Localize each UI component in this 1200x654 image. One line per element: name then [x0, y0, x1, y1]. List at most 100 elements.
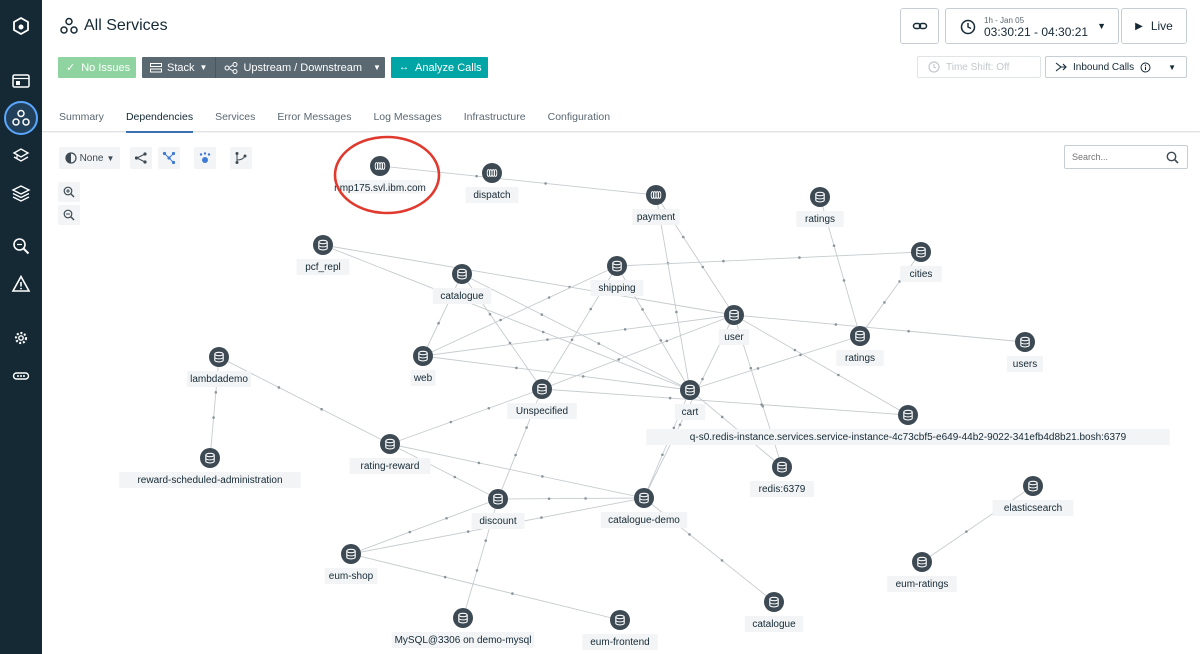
node-circle[interactable] [209, 347, 229, 367]
service-node-unspecified[interactable]: Unspecified [507, 379, 577, 419]
stack-dropdown[interactable]: Stack ▼ [142, 57, 215, 78]
service-node-reward_admin[interactable]: reward-scheduled-administration [119, 448, 301, 488]
service-node-mysql[interactable]: MySQL@3306 on demo-mysql [391, 608, 535, 648]
node-circle[interactable] [453, 608, 473, 628]
layout-cluster-button[interactable] [194, 147, 216, 169]
service-node-nmp[interactable]: nmp175.svl.ibm.com [333, 135, 441, 215]
node-circle[interactable] [532, 379, 552, 399]
more-icon[interactable] [4, 359, 38, 393]
node-circle[interactable] [850, 326, 870, 346]
search-icon[interactable] [1166, 151, 1179, 169]
service-node-cities[interactable]: cities [900, 242, 942, 282]
service-node-ratings_mid[interactable]: ratings [836, 326, 884, 366]
upstream-downstream-dropdown[interactable]: Upstream / Downstream ▼ [215, 57, 389, 78]
no-issues-button[interactable]: ✓ No Issues [58, 57, 136, 78]
node-circle[interactable] [724, 305, 744, 325]
group-by-select[interactable]: None ▼ [59, 147, 120, 169]
edge-ratings_mid-cart[interactable] [689, 335, 861, 391]
node-circle[interactable] [634, 488, 654, 508]
service-node-catalogue2[interactable]: catalogue [744, 592, 804, 632]
node-circle[interactable] [380, 434, 400, 454]
node-circle[interactable] [680, 380, 700, 400]
service-node-discount[interactable]: discount [471, 489, 525, 529]
edge-eum_shop-eum_frontend[interactable] [350, 553, 621, 621]
service-node-elasticsearch[interactable]: elasticsearch [992, 476, 1074, 516]
instana-logo-icon[interactable] [4, 9, 38, 43]
node-circle[interactable] [341, 544, 361, 564]
edge-unspecified-redis_instance[interactable] [541, 388, 909, 416]
inbound-calls-dropdown[interactable]: Inbound Calls ▼ [1045, 56, 1187, 78]
service-node-eum_ratings[interactable]: eum-ratings [887, 552, 957, 592]
edge-user-unspecified[interactable] [541, 314, 735, 390]
service-node-eum_shop[interactable]: eum-shop [324, 544, 378, 584]
service-node-shipping[interactable]: shipping [590, 256, 644, 296]
copy-link-button[interactable] [900, 8, 939, 44]
service-node-ratings_top[interactable]: ratings [796, 187, 844, 227]
time-shift-dropdown[interactable]: Time Shift: Off [917, 56, 1041, 78]
node-circle[interactable] [912, 552, 932, 572]
service-node-dispatch[interactable]: dispatch [465, 163, 519, 203]
node-circle[interactable] [898, 405, 918, 425]
node-circle[interactable] [313, 235, 333, 255]
tab-dependencies[interactable]: Dependencies [125, 111, 194, 133]
edge-cart-redis6379[interactable] [689, 389, 783, 468]
node-circle[interactable] [810, 187, 830, 207]
node-circle[interactable] [911, 242, 931, 262]
edge-user-web[interactable] [422, 314, 735, 357]
analytics-search-icon[interactable] [4, 229, 38, 263]
infrastructure-icon[interactable] [4, 176, 38, 210]
node-circle[interactable] [488, 489, 508, 509]
service-node-catalogue_demo[interactable]: catalogue-demo [600, 488, 688, 528]
node-circle[interactable] [452, 264, 472, 284]
dependency-graph[interactable]: nmp175.svl.ibm.com dispatch payment ratings… [42, 133, 1200, 654]
node-circle[interactable] [200, 448, 220, 468]
node-circle[interactable] [607, 256, 627, 276]
tab-services[interactable]: Services [215, 111, 255, 132]
service-node-pcf_repl[interactable]: pcf_repl [296, 235, 350, 275]
live-button[interactable]: ▶ Live [1121, 8, 1187, 44]
node-circle[interactable] [764, 592, 784, 612]
node-circle[interactable] [413, 346, 433, 366]
zoom-in-button[interactable] [58, 182, 80, 202]
services-icon[interactable] [4, 101, 38, 135]
service-node-lambdademo[interactable]: lambdademo [187, 347, 251, 387]
layout-force-button[interactable] [158, 147, 180, 169]
platforms-icon[interactable] [4, 139, 38, 173]
edge-discount-catalogue_demo[interactable] [497, 497, 645, 500]
edge-cities-ratings_mid[interactable] [859, 251, 922, 337]
node-circle[interactable] [610, 610, 630, 630]
edge-shipping-web[interactable] [422, 265, 618, 357]
service-node-web[interactable]: web [410, 346, 436, 386]
time-range-picker[interactable]: 1h - Jan 05 03:30:21 - 04:30:21 ▼ [945, 8, 1119, 44]
edge-user-users[interactable] [733, 314, 1026, 343]
tab-configuration[interactable]: Configuration [548, 111, 610, 132]
service-node-user[interactable]: user [718, 305, 750, 345]
service-node-users[interactable]: users [1007, 332, 1043, 372]
edge-shipping-cities[interactable] [616, 251, 922, 267]
service-node-rating_reward[interactable]: rating-reward [349, 434, 431, 474]
tab-summary[interactable]: Summary [59, 111, 104, 132]
websites-icon[interactable] [4, 64, 38, 98]
node-circle[interactable] [1015, 332, 1035, 352]
edge-catalogue1-web[interactable] [422, 273, 463, 357]
layout-hierarchy-button[interactable] [130, 147, 152, 169]
settings-gear-icon[interactable] [4, 321, 38, 355]
info-icon[interactable] [1140, 62, 1151, 73]
node-circle[interactable] [1023, 476, 1043, 496]
tab-error-messages[interactable]: Error Messages [277, 111, 351, 132]
service-node-redis_instance[interactable]: q-s0.redis-instance.services.service-ins… [646, 405, 1170, 445]
edge-web-cart[interactable] [422, 355, 691, 391]
search-input[interactable] [1065, 146, 1161, 168]
service-node-redis6379[interactable]: redis:6379 [750, 457, 814, 497]
dependency-graph-canvas[interactable]: nmp175.svl.ibm.com dispatch payment ratings… [42, 133, 1200, 654]
tab-infrastructure[interactable]: Infrastructure [464, 111, 526, 132]
edge-lambdademo-rating_reward[interactable] [218, 356, 391, 445]
analyze-calls-button[interactable]: ↔ Analyze Calls [391, 57, 488, 78]
service-node-eum_frontend[interactable]: eum-frontend [582, 610, 658, 650]
events-warning-icon[interactable] [4, 267, 38, 301]
edge-elasticsearch-eum_ratings[interactable] [921, 485, 1034, 563]
edge-pcf_repl-user[interactable] [322, 244, 735, 316]
zoom-out-button[interactable] [58, 205, 80, 225]
service-node-payment[interactable]: payment [632, 185, 680, 225]
layout-flow-button[interactable] [230, 147, 252, 169]
